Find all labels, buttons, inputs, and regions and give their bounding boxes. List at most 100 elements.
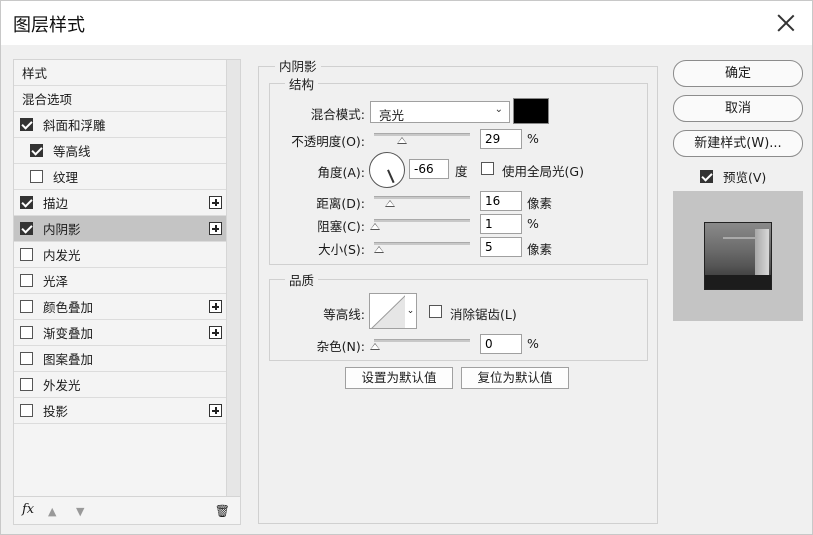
inner-shadow-title: 内阴影 — [275, 56, 321, 75]
chevron-down-icon: ⌄ — [494, 104, 503, 115]
noise-slider[interactable] — [374, 339, 470, 342]
set-default-button[interactable]: 设置为默认值 — [345, 367, 453, 389]
add-effect-plus-icon[interactable] — [209, 196, 222, 209]
style-checkbox[interactable] — [20, 248, 33, 261]
style-list-item-label: 光泽 — [43, 274, 69, 289]
noise-unit: % — [527, 336, 539, 351]
noise-label: 杂色(N): — [316, 339, 365, 354]
blend-mode-select[interactable]: 亮光 ⌄ — [370, 101, 510, 123]
list-scrollbar[interactable] — [226, 60, 240, 497]
style-checkbox[interactable] — [20, 222, 33, 235]
preview-checkbox[interactable] — [700, 170, 713, 183]
arrow-down-icon[interactable]: ▼ — [76, 505, 88, 518]
new-style-button[interactable]: 新建样式(W)... — [673, 130, 803, 157]
add-effect-plus-icon[interactable] — [209, 222, 222, 235]
global-light-label: 使用全局光(G) — [502, 164, 584, 179]
style-list-item-label: 投影 — [43, 404, 69, 419]
style-list-item-inner-glow[interactable]: 内发光 — [14, 242, 226, 268]
style-checkbox[interactable] — [20, 404, 33, 417]
distance-slider-thumb[interactable] — [385, 200, 395, 207]
close-icon[interactable] — [772, 9, 800, 37]
reset-default-button[interactable]: 复位为默认值 — [461, 367, 569, 389]
style-checkbox[interactable] — [20, 274, 33, 287]
choke-slider-thumb[interactable] — [370, 223, 380, 230]
style-checkbox[interactable] — [20, 118, 33, 131]
style-list-item-blending-options[interactable]: 混合选项 — [14, 86, 226, 112]
structure-title: 结构 — [285, 74, 319, 93]
style-list-item-label: 内发光 — [43, 248, 81, 263]
style-list-item-gradient-overlay[interactable]: 渐变叠加 — [14, 320, 226, 346]
style-list-item-contour[interactable]: 等高线 — [14, 138, 226, 164]
distance-slider[interactable] — [374, 196, 470, 199]
style-checkbox[interactable] — [30, 170, 43, 183]
angle-input[interactable] — [409, 159, 449, 179]
noise-input[interactable] — [480, 334, 522, 354]
style-checkbox[interactable] — [20, 300, 33, 313]
size-slider-thumb[interactable] — [374, 246, 384, 253]
contour-dropdown[interactable]: ⌄ — [405, 293, 417, 329]
style-list-item-outer-glow[interactable]: 外发光 — [14, 372, 226, 398]
opacity-slider[interactable] — [374, 133, 470, 136]
opacity-slider-thumb[interactable] — [397, 137, 407, 144]
contour-label: 等高线: — [323, 307, 365, 322]
cancel-button[interactable]: 取消 — [673, 95, 803, 122]
add-effect-plus-icon[interactable] — [209, 300, 222, 313]
arrow-up-icon[interactable]: ▲ — [48, 505, 60, 518]
style-list-item-satin[interactable]: 光泽 — [14, 268, 226, 294]
opacity-input[interactable] — [480, 129, 522, 149]
layer-style-dialog: 图层样式 样式 混合选项 斜面和浮雕 等高线 纹理 描边 内阴影 内发光 光泽 颜色叠加 渐变叠加图… — [0, 0, 813, 535]
opacity-label: 不透明度(O): — [291, 134, 365, 149]
size-label: 大小(S): — [318, 242, 365, 257]
style-checkbox[interactable] — [20, 378, 33, 391]
style-preview — [673, 191, 803, 321]
style-list-item-drop-shadow[interactable]: 投影 — [14, 398, 226, 424]
style-list-item-bevel-emboss[interactable]: 斜面和浮雕 — [14, 112, 226, 138]
opacity-unit: % — [527, 131, 539, 146]
global-light-checkbox[interactable] — [481, 162, 494, 175]
style-list-item-label: 样式 — [22, 66, 48, 81]
list-footer: fx ▲ ▼ 🗑 — [14, 496, 240, 524]
size-slider[interactable] — [374, 242, 470, 245]
style-list-item-stroke[interactable]: 描边 — [14, 190, 226, 216]
preview-swatch — [704, 222, 772, 290]
style-checkbox[interactable] — [20, 326, 33, 339]
contour-preview[interactable] — [369, 293, 406, 329]
add-effect-plus-icon[interactable] — [209, 404, 222, 417]
shadow-color-swatch[interactable] — [513, 98, 549, 124]
style-list-item-color-overlay[interactable]: 颜色叠加 — [14, 294, 226, 320]
choke-slider[interactable] — [374, 219, 470, 222]
title-bar: 图层样式 — [1, 1, 812, 45]
size-input[interactable] — [480, 237, 522, 257]
preview-label: 预览(V) — [723, 170, 767, 185]
angle-dial-needle — [387, 169, 395, 184]
fx-button[interactable]: fx — [22, 502, 34, 517]
style-list-panel: 样式混合选项斜面和浮雕等高线纹理描边 内阴影内发光光泽颜色叠加渐变叠加图案叠加 外发… — [13, 59, 241, 525]
preview-row: 预览(V) — [700, 167, 766, 186]
trash-icon[interactable]: 🗑 — [215, 504, 230, 518]
style-checkbox[interactable] — [20, 196, 33, 209]
style-checkbox[interactable] — [30, 144, 43, 157]
style-list-item-label: 混合选项 — [22, 92, 73, 107]
ok-button[interactable]: 确定 — [673, 60, 803, 87]
style-list-item-pattern-overlay[interactable]: 图案叠加 — [14, 346, 226, 372]
style-checkbox[interactable] — [20, 352, 33, 365]
size-unit: 像素 — [527, 242, 553, 257]
style-list-item-label: 斜面和浮雕 — [43, 118, 106, 133]
style-list-item-label: 纹理 — [53, 170, 79, 185]
style-list-item-label: 渐变叠加 — [43, 326, 94, 341]
choke-label: 阻塞(C): — [317, 219, 365, 234]
anti-alias-checkbox[interactable] — [429, 305, 442, 318]
distance-unit: 像素 — [527, 196, 553, 211]
angle-dial[interactable] — [369, 152, 405, 188]
style-list-item-label: 等高线 — [53, 144, 91, 159]
style-list-item-inner-shadow[interactable]: 内阴影 — [14, 216, 226, 242]
angle-unit: 度 — [455, 164, 468, 179]
add-effect-plus-icon[interactable] — [209, 326, 222, 339]
distance-input[interactable] — [480, 191, 522, 211]
dialog-title: 图层样式 — [13, 15, 85, 36]
choke-input[interactable] — [480, 214, 522, 234]
style-list-item-texture[interactable]: 纹理 — [14, 164, 226, 190]
contour-curve — [371, 295, 405, 328]
noise-slider-thumb[interactable] — [370, 343, 380, 350]
style-list-item-styles[interactable]: 样式 — [14, 60, 226, 86]
